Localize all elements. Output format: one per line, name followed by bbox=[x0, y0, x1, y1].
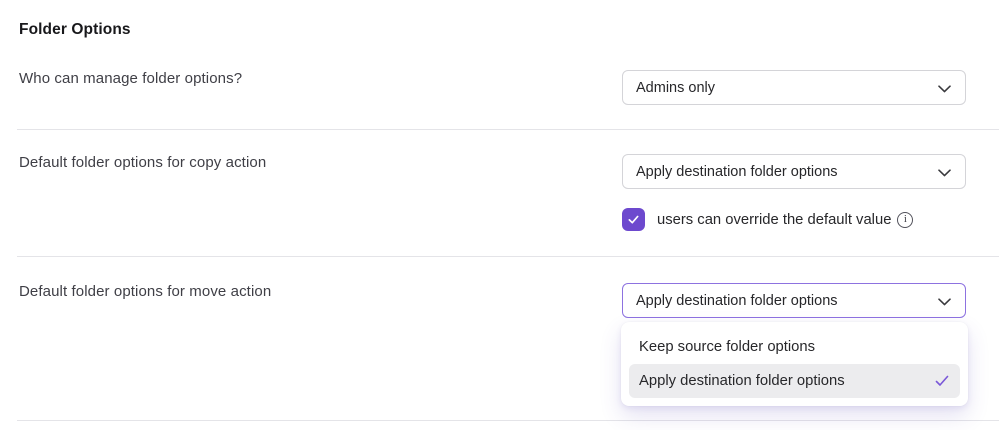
select-value: Apply destination folder options bbox=[636, 163, 838, 180]
folder-options-settings-page: Folder Options Who can manage folder opt… bbox=[0, 0, 999, 430]
chevron-down-icon bbox=[938, 168, 951, 177]
manage-folder-options-select[interactable]: Admins only bbox=[622, 70, 966, 105]
menu-item-keep-source-folder-options[interactable]: Keep source folder options bbox=[629, 330, 960, 364]
divider bbox=[17, 420, 999, 421]
select-value: Apply destination folder options bbox=[636, 292, 838, 309]
menu-item-apply-destination-folder-options[interactable]: Apply destination folder options bbox=[629, 364, 960, 398]
checkmark-icon bbox=[626, 212, 641, 227]
move-action-default-select[interactable]: Apply destination folder options bbox=[622, 283, 966, 318]
setting-label-copy-default: Default folder options for copy action bbox=[19, 154, 267, 171]
chevron-down-icon bbox=[938, 84, 951, 93]
menu-item-label: Apply destination folder options bbox=[639, 373, 845, 389]
chevron-down-icon bbox=[938, 297, 951, 306]
override-default-row: users can override the default value i bbox=[622, 208, 914, 231]
divider bbox=[17, 129, 999, 130]
check-icon bbox=[934, 374, 950, 388]
menu-item-label: Keep source folder options bbox=[639, 339, 816, 355]
override-default-checkbox[interactable] bbox=[622, 208, 645, 231]
info-icon[interactable]: i bbox=[897, 211, 914, 228]
page-title: Folder Options bbox=[19, 21, 131, 38]
divider bbox=[17, 256, 999, 257]
select-value: Admins only bbox=[636, 79, 715, 96]
select-dropdown-menu: Keep source folder options Apply destina… bbox=[621, 322, 968, 406]
setting-label-who-can-manage: Who can manage folder options? bbox=[19, 70, 243, 87]
copy-action-default-select[interactable]: Apply destination folder options bbox=[622, 154, 966, 189]
override-default-label: users can override the default value bbox=[657, 211, 892, 228]
setting-label-move-default: Default folder options for move action bbox=[19, 283, 272, 300]
